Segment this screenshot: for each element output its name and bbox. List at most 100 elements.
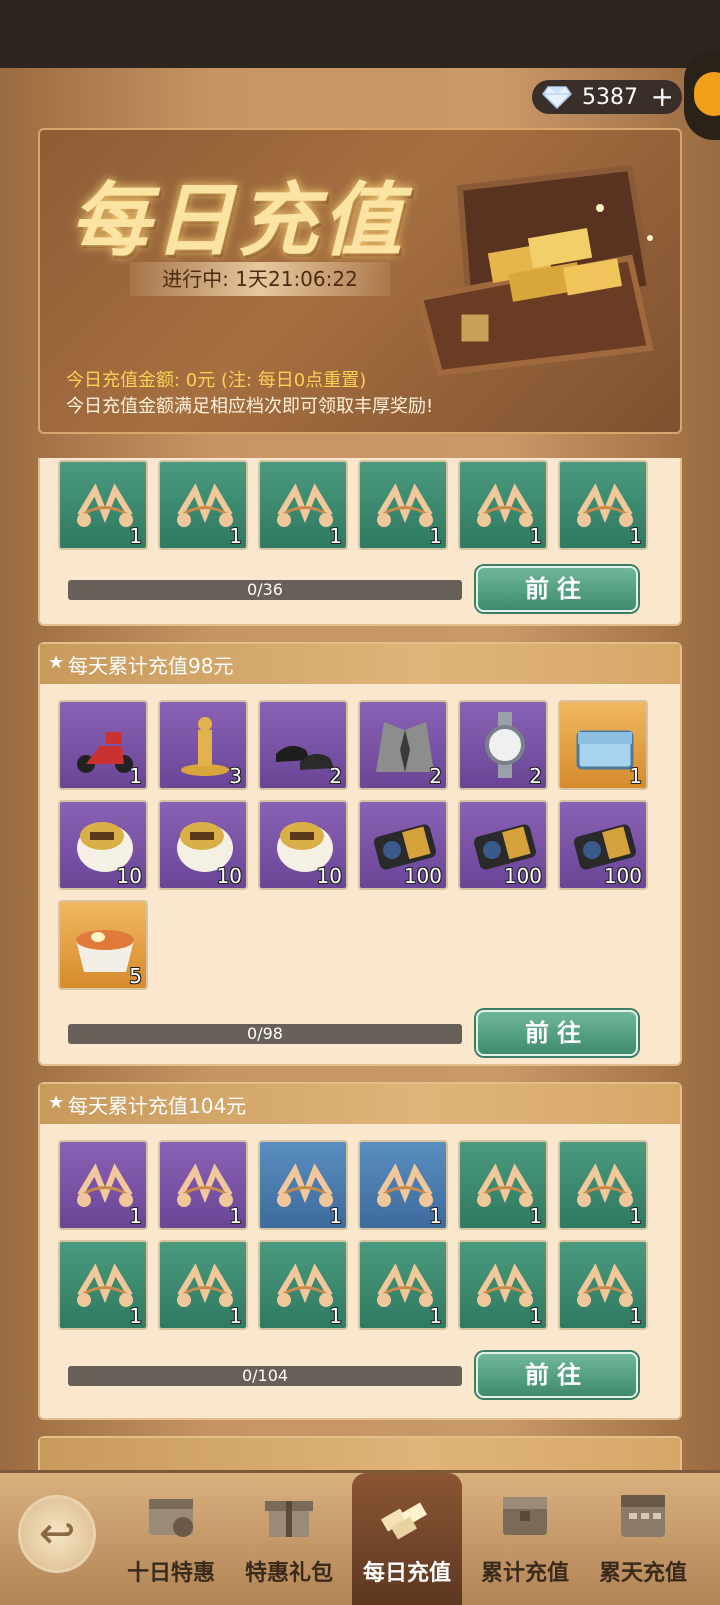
item-count: 2 bbox=[429, 764, 442, 788]
reward-item[interactable]: 1 bbox=[358, 1140, 448, 1230]
tab-label: 累计充值 bbox=[480, 1561, 569, 1586]
tab-calendar[interactable]: 累天充值 bbox=[588, 1473, 698, 1605]
item-count: 1 bbox=[129, 524, 142, 548]
daily-recharge-banner: 每日充值 进行中: 1天21:06:22 今日充值金额: 0元 (注: 每日0点… bbox=[38, 128, 682, 434]
back-arrow-icon: ↩ bbox=[38, 1508, 76, 1559]
recharge-hint: 今日充值金额满足相应档次即可领取丰厚奖励! bbox=[66, 396, 434, 417]
reward-item[interactable]: 1 bbox=[158, 1140, 248, 1230]
progress-bar: 0/98 bbox=[68, 1024, 462, 1044]
item-count: 1 bbox=[429, 1204, 442, 1228]
star-icon: ★ bbox=[48, 652, 65, 673]
item-count: 1 bbox=[329, 1304, 342, 1328]
reward-item[interactable]: 3 bbox=[158, 700, 248, 790]
reward-item[interactable]: 1 bbox=[58, 1140, 148, 1230]
progress-bar: 0/104 bbox=[68, 1366, 462, 1386]
item-count: 1 bbox=[629, 1204, 642, 1228]
mascot-avatar[interactable] bbox=[684, 50, 720, 140]
calendar-gift-icon bbox=[149, 1499, 193, 1537]
reward-tier-card: ★ 每天累计充值98元 1 3 2 2 2 1 10 10 10 100 100 100 5 0/98 … bbox=[38, 642, 682, 1066]
event-timer: 进行中: 1天21:06:22 bbox=[130, 262, 390, 296]
reward-item[interactable]: 1 bbox=[458, 1240, 548, 1330]
reward-item[interactable]: 100 bbox=[558, 800, 648, 890]
reward-item[interactable]: 1 bbox=[258, 460, 348, 550]
today-recharge-amount: 今日充值金额: 0元 (注: 每日0点重置) bbox=[66, 370, 367, 391]
item-count: 5 bbox=[129, 964, 142, 988]
banner-title: 每日充值 bbox=[70, 174, 406, 267]
reward-item[interactable]: 100 bbox=[458, 800, 548, 890]
diamond-count: 5387 bbox=[582, 84, 638, 110]
reward-item[interactable]: 5 bbox=[58, 900, 148, 990]
reward-item[interactable]: 2 bbox=[258, 700, 348, 790]
item-count: 100 bbox=[603, 864, 642, 888]
reward-item[interactable]: 1 bbox=[458, 1140, 548, 1230]
item-count: 1 bbox=[229, 1304, 242, 1328]
tab-gold-bars[interactable]: 每日充值 bbox=[352, 1473, 462, 1605]
tier-header: ★ 每天累计充值104元 bbox=[40, 1084, 680, 1124]
reward-item[interactable]: 2 bbox=[458, 700, 548, 790]
item-count: 2 bbox=[529, 764, 542, 788]
reward-item[interactable]: 1 bbox=[158, 460, 248, 550]
progress-bar: 0/36 bbox=[68, 580, 462, 600]
back-button[interactable]: ↩ bbox=[18, 1495, 96, 1573]
reward-item[interactable]: 1 bbox=[158, 1240, 248, 1330]
tab-gift-box[interactable]: 特惠礼包 bbox=[234, 1473, 344, 1605]
reward-item[interactable]: 100 bbox=[358, 800, 448, 890]
reward-item[interactable]: 10 bbox=[258, 800, 348, 890]
item-count: 10 bbox=[316, 864, 342, 888]
reward-item[interactable]: 1 bbox=[258, 1140, 348, 1230]
item-count: 1 bbox=[129, 1304, 142, 1328]
item-count: 1 bbox=[629, 764, 642, 788]
add-diamonds-button[interactable]: + bbox=[651, 80, 674, 114]
reward-item[interactable]: 1 bbox=[58, 700, 148, 790]
reward-tier-card-peek bbox=[38, 1436, 682, 1470]
item-count: 1 bbox=[129, 1204, 142, 1228]
tab-label: 累天充值 bbox=[598, 1561, 687, 1586]
reward-item[interactable]: 1 bbox=[458, 460, 548, 550]
calendar-icon bbox=[621, 1495, 665, 1537]
item-count: 1 bbox=[329, 524, 342, 548]
diamond-icon bbox=[542, 86, 572, 109]
item-count: 3 bbox=[229, 764, 242, 788]
reward-item[interactable]: 1 bbox=[558, 700, 648, 790]
goto-button[interactable]: 前往 bbox=[476, 1010, 638, 1056]
reward-tier-list[interactable]: 1 1 1 1 1 1 0/36 前往 ★ 每天累计充值98元 1 3 2 2 2 1 10 10 10 1… bbox=[38, 458, 682, 1470]
goto-button[interactable]: 前往 bbox=[476, 566, 638, 612]
item-count: 1 bbox=[329, 1204, 342, 1228]
diamond-balance: 5387 + bbox=[532, 80, 682, 114]
item-count: 1 bbox=[629, 524, 642, 548]
goto-button[interactable]: 前往 bbox=[476, 1352, 638, 1398]
reward-item[interactable]: 1 bbox=[258, 1240, 348, 1330]
reward-item[interactable]: 1 bbox=[58, 460, 148, 550]
gold-bars-icon bbox=[380, 1502, 428, 1540]
bottom-tab-bar: ↩ 十日特惠 特惠礼包 每日充值 累计充值 累天充值 bbox=[0, 1470, 720, 1605]
item-count: 1 bbox=[229, 1204, 242, 1228]
gold-chest-icon bbox=[416, 164, 654, 377]
item-count: 1 bbox=[429, 1304, 442, 1328]
reward-item[interactable]: 10 bbox=[58, 800, 148, 890]
item-count: 100 bbox=[403, 864, 442, 888]
item-count: 10 bbox=[216, 864, 242, 888]
item-count: 1 bbox=[529, 1304, 542, 1328]
reward-item[interactable]: 1 bbox=[358, 460, 448, 550]
reward-item[interactable]: 1 bbox=[358, 1240, 448, 1330]
tab-label: 特惠礼包 bbox=[244, 1561, 333, 1586]
reward-tier-card: ★ 每天累计充值104元 1 1 1 1 1 1 1 1 1 1 1 1 0/104 前往 bbox=[38, 1082, 682, 1420]
reward-item[interactable]: 1 bbox=[558, 460, 648, 550]
gift-box-icon bbox=[265, 1501, 313, 1537]
reward-item[interactable]: 1 bbox=[558, 1240, 648, 1330]
item-count: 1 bbox=[229, 524, 242, 548]
item-count: 1 bbox=[129, 764, 142, 788]
top-status-area bbox=[0, 0, 720, 68]
tab-calendar-gift[interactable]: 十日特惠 bbox=[116, 1473, 226, 1605]
item-count: 2 bbox=[329, 764, 342, 788]
item-count: 1 bbox=[429, 524, 442, 548]
reward-item[interactable]: 1 bbox=[58, 1240, 148, 1330]
reward-tier-card: 1 1 1 1 1 1 0/36 前往 bbox=[38, 458, 682, 626]
item-count: 1 bbox=[629, 1304, 642, 1328]
item-count: 1 bbox=[529, 524, 542, 548]
tab-treasure-chest[interactable]: 累计充值 bbox=[470, 1473, 580, 1605]
reward-item[interactable]: 2 bbox=[358, 700, 448, 790]
tier-title: 每天累计充值104元 bbox=[68, 1093, 247, 1118]
reward-item[interactable]: 1 bbox=[558, 1140, 648, 1230]
reward-item[interactable]: 10 bbox=[158, 800, 248, 890]
